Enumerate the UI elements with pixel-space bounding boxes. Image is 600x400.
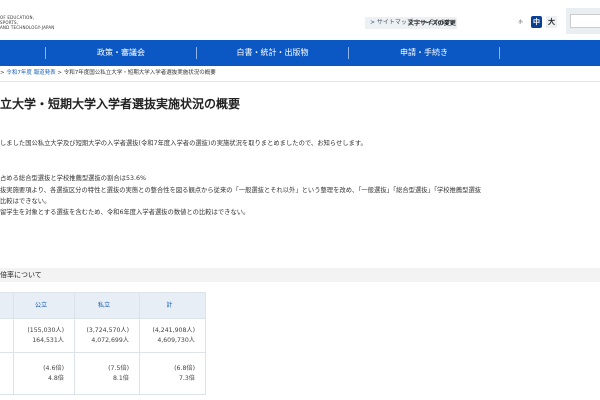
breadcrumb: > 令和7年度 報道発表 > 令和7年度国公私立大学・短期大学入学者選抜実施状況… <box>0 70 216 76</box>
table-row: (4.6倍) 4.8倍 (7.5倍) 8.1倍 (6.8倍) 7.3倍 <box>0 352 206 395</box>
breadcrumb-current: 令和7年度国公私立大学・短期大学入学者選抜実施状況の概要 <box>63 70 216 76</box>
note: 抜実施要項より、各選抜区分の特性と選抜の実態との整合性を図る観点から従来の「一般… <box>0 187 482 194</box>
breadcrumb-link[interactable]: 令和7年度 報道発表 <box>6 70 55 76</box>
note: 比較はできない。 <box>0 198 51 205</box>
logo-line: AND TECHNOLOGY-JAPAN <box>0 25 55 30</box>
font-size-label: 文字サイズの変更 <box>408 20 456 27</box>
nav-policy[interactable]: 政策・審議会 <box>46 40 196 66</box>
global-nav: 政策・審議会 白書・統計・出版物 申請・手続き <box>0 40 600 66</box>
font-size-medium-button[interactable]: 中 <box>531 16 542 28</box>
nav-publications[interactable]: 白書・統計・出版物 <box>197 40 348 66</box>
nav-applications[interactable]: 申請・手続き <box>349 40 499 66</box>
intro-text: しました国公私立大学及び短期大学の入学者選抜(令和7年度入学者の選抜)の実施状況… <box>0 140 367 147</box>
table-row: (155,030人) 164,531人 (3,724,570人) 4,072,699… <box>0 318 206 353</box>
stats-table: 公立 私立計 (155,030人) 164,531人 (3,724,570人) 4,0… <box>0 292 206 395</box>
search-box <box>566 8 600 34</box>
divider <box>0 81 600 82</box>
font-size-large-button[interactable]: 大 <box>546 16 557 28</box>
page-title: 立大学・短期大学入学者選抜実施状況の概要 <box>0 97 241 111</box>
table-header-row: 公立 私立計 <box>0 292 206 319</box>
note: 占める総合型選抜と学校推薦型選抜の割合は53.6% <box>0 175 146 182</box>
logo[interactable]: OF EDUCATION, SPORTS, AND TECHNOLOGY-JAP… <box>0 15 55 30</box>
font-size-small-button[interactable]: 小 <box>515 16 526 28</box>
search-input[interactable] <box>570 14 600 28</box>
note: 留学生を対象とする選抜を含むため、令和6年度入学者選抜の数値との比較はできない。 <box>0 209 250 216</box>
section-heading: 倍率について <box>0 268 600 282</box>
